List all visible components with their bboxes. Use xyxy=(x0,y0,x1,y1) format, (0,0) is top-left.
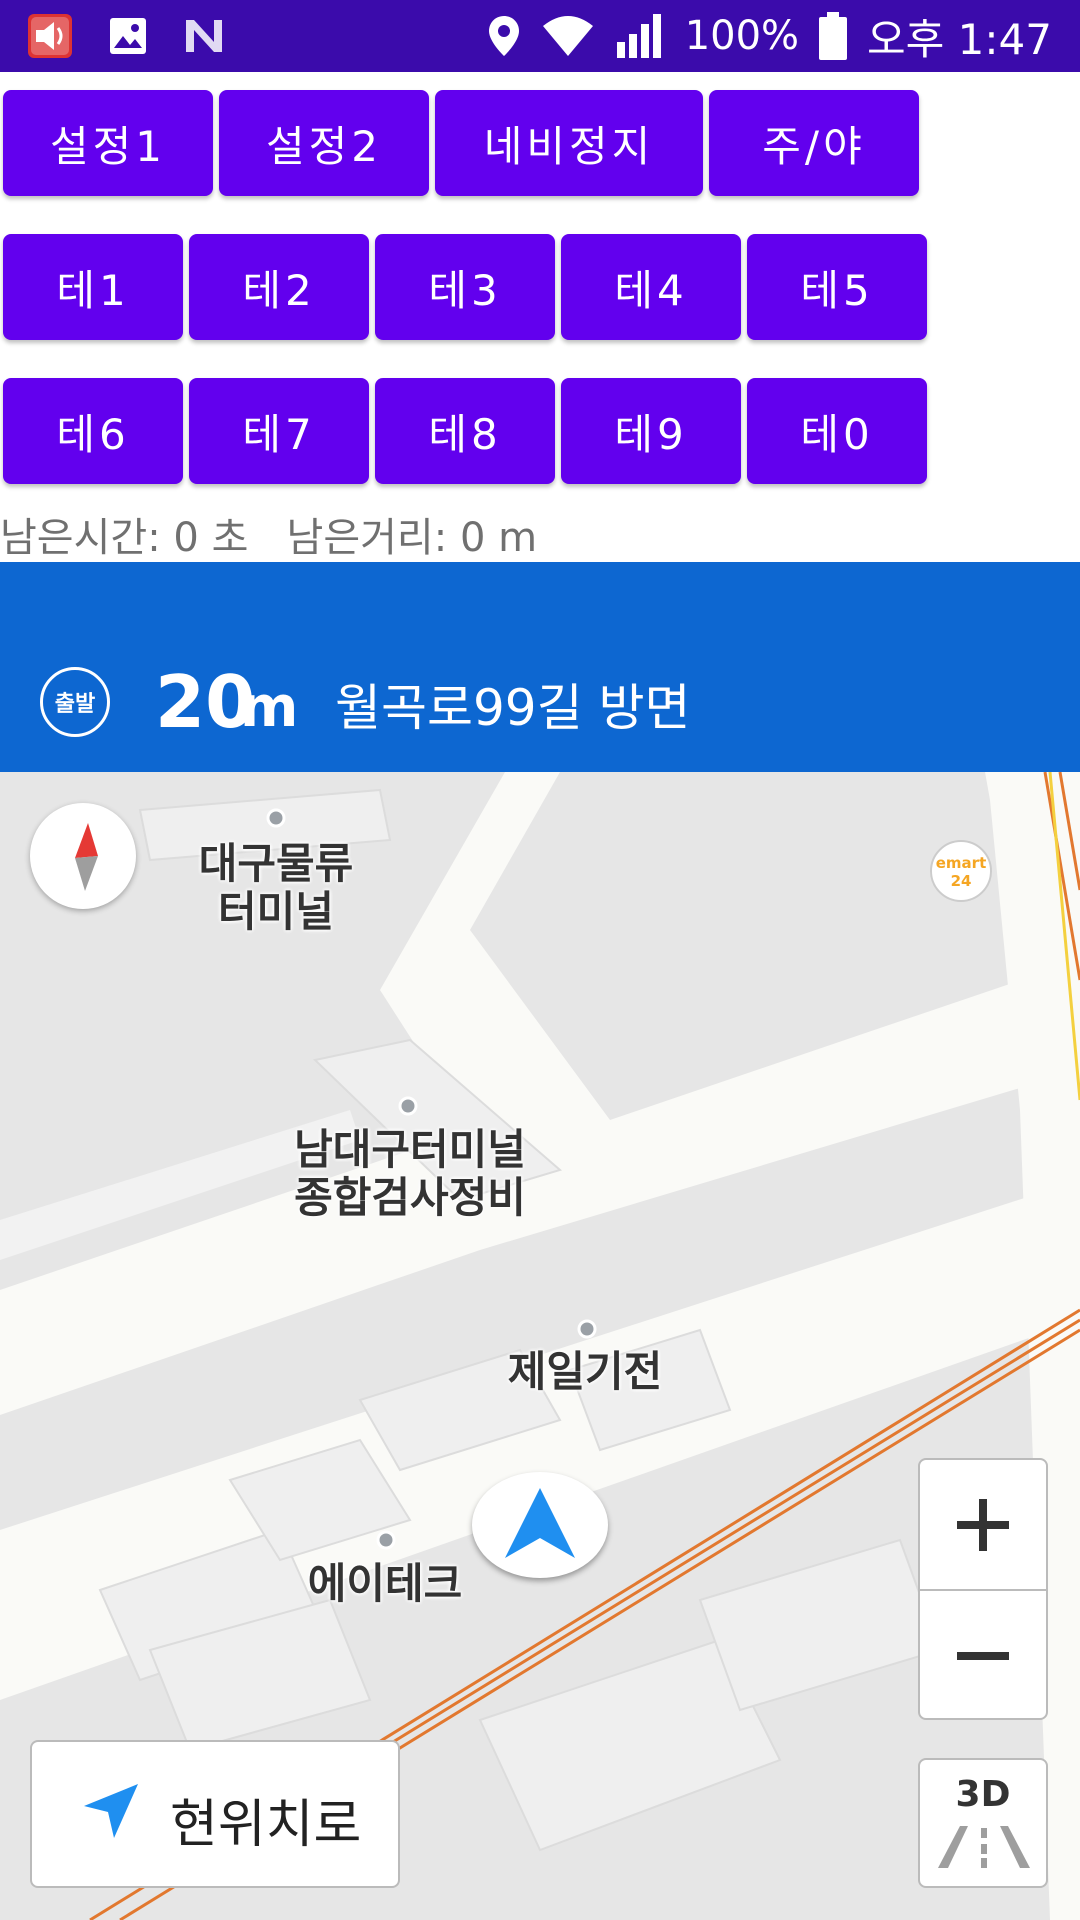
zoom-out-button[interactable] xyxy=(920,1591,1046,1720)
test0-button[interactable]: 테0 xyxy=(747,378,927,484)
view-3d-button[interactable]: 3D xyxy=(918,1758,1048,1888)
day-night-button[interactable]: 주/야 xyxy=(709,90,919,196)
emart-logo-number: 24 xyxy=(950,872,972,890)
test4-button[interactable]: 테4 xyxy=(561,234,741,340)
status-bar: 100% 오후 1:47 xyxy=(0,0,1080,72)
test9-button[interactable]: 테9 xyxy=(561,378,741,484)
remaining-time-value: 0 초 xyxy=(173,515,249,561)
test3-button[interactable]: 테3 xyxy=(375,234,555,340)
test8-button[interactable]: 테8 xyxy=(375,378,555,484)
emart24-poi[interactable]: emart 24 xyxy=(930,840,992,902)
compass-icon xyxy=(75,823,98,891)
remaining-distance-value: 0 m xyxy=(459,515,538,561)
setting1-button[interactable]: 설정1 xyxy=(3,90,213,196)
current-location-label: 현위치로 xyxy=(170,1795,362,1855)
clock: 오후 1:47 xyxy=(867,14,1052,64)
test6-button[interactable]: 테6 xyxy=(3,378,183,484)
guidance-distance-unit: m xyxy=(240,675,299,740)
remaining-distance-label: 남은거리: xyxy=(286,515,460,561)
current-location-button[interactable]: 현위치로 xyxy=(30,1740,400,1888)
plus-icon xyxy=(957,1498,1009,1551)
location-arrow-icon xyxy=(84,1784,138,1838)
location-pin-icon xyxy=(487,14,521,58)
remaining-time-label: 남은시간: xyxy=(0,515,174,561)
road-perspective-icon xyxy=(938,1826,1030,1868)
test7-button[interactable]: 테7 xyxy=(189,378,369,484)
stop-navigation-button[interactable]: 네비정지 xyxy=(435,90,703,196)
image-icon xyxy=(108,16,148,56)
remaining-info: 남은시간: 0 초 남은거리: 0 m xyxy=(0,505,537,563)
test5-button[interactable]: 테5 xyxy=(747,234,927,340)
guidance-road-name: 월곡로99길 방면 xyxy=(335,679,691,737)
poi-label[interactable]: 에이테크 xyxy=(290,1560,480,1608)
poi-label[interactable]: 남대구터미널 종합검사정비 xyxy=(260,1126,560,1222)
current-position-marker xyxy=(472,1472,608,1578)
battery-icon xyxy=(819,12,848,60)
navigation-arrow-icon xyxy=(505,1488,575,1558)
zoom-control xyxy=(918,1458,1048,1720)
battery-percent: 100% xyxy=(684,13,800,59)
volume-app-icon xyxy=(26,12,74,60)
test2-button[interactable]: 테2 xyxy=(189,234,369,340)
minus-icon xyxy=(957,1651,1009,1660)
view-3d-label: 3D xyxy=(955,1774,1011,1815)
compass-button[interactable] xyxy=(30,803,136,909)
zoom-in-button[interactable] xyxy=(920,1460,1046,1589)
depart-badge: 출발 xyxy=(40,667,110,737)
test1-button[interactable]: 테1 xyxy=(3,234,183,340)
wifi-icon xyxy=(541,14,595,58)
poi-label[interactable]: 대구물류 터미널 xyxy=(180,840,372,936)
n-icon xyxy=(182,16,226,56)
signal-icon xyxy=(615,12,665,60)
setting2-button[interactable]: 설정2 xyxy=(219,90,429,196)
poi-label[interactable]: 제일기전 xyxy=(485,1348,685,1396)
emart-logo-text: emart xyxy=(935,854,987,872)
